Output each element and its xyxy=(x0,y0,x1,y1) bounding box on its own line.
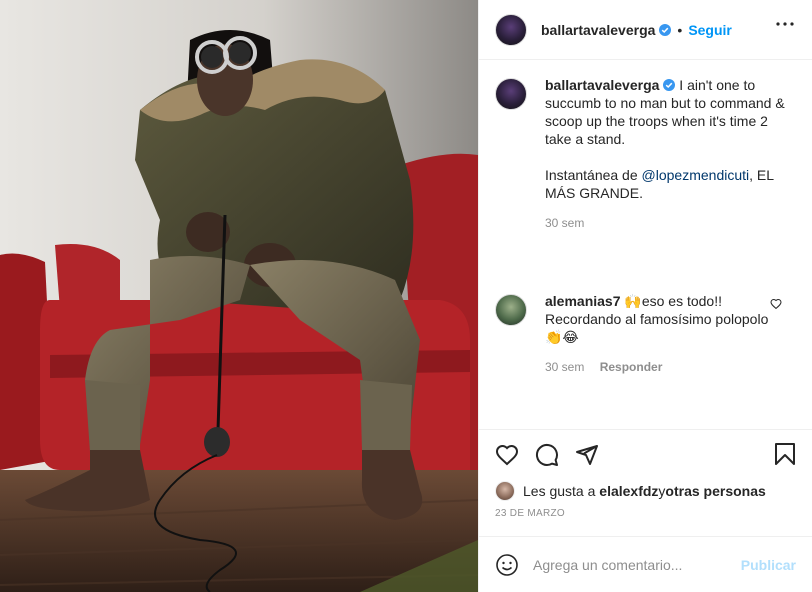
comment-age[interactable]: 30 sem xyxy=(545,360,584,374)
caption-age[interactable]: 30 sem xyxy=(545,216,584,230)
others-link[interactable]: otras personas xyxy=(665,483,765,499)
save-button[interactable] xyxy=(774,442,796,469)
share-button[interactable] xyxy=(575,443,599,467)
heart-icon[interactable] xyxy=(495,443,519,467)
post-side-panel: ballartavaleverga • Seguir ballartavalev… xyxy=(478,0,812,592)
comment-author[interactable]: alemanias7 xyxy=(545,293,621,309)
caption: ballartavaleverga I ain't one to succumb… xyxy=(495,76,796,232)
liker-avatar[interactable] xyxy=(495,481,515,501)
author-avatar[interactable] xyxy=(495,78,527,110)
comment-icon[interactable] xyxy=(535,443,559,467)
paper-plane-icon[interactable] xyxy=(575,443,599,467)
post-photo[interactable] xyxy=(0,0,478,592)
liker-username[interactable]: elalexfdz xyxy=(599,483,658,499)
comment-button[interactable] xyxy=(535,443,559,467)
post-header: ballartavaleverga • Seguir xyxy=(479,0,812,60)
author-avatar[interactable] xyxy=(495,13,527,46)
publish-button[interactable]: Publicar xyxy=(741,557,796,573)
author-username[interactable]: ballartavaleverga xyxy=(541,22,655,38)
post-date[interactable]: 23 DE MARZO xyxy=(479,502,812,526)
comment-body: alemanias7 🙌eso es todo!! Recordando al … xyxy=(545,292,785,376)
mention-link[interactable]: @lopezmendicuti xyxy=(642,167,750,183)
bookmark-icon[interactable] xyxy=(774,442,796,466)
follow-button[interactable]: Seguir xyxy=(688,22,732,38)
separator-dot: • xyxy=(677,21,683,38)
smiley-icon[interactable] xyxy=(495,553,519,577)
post-image xyxy=(0,0,478,592)
verified-badge-icon xyxy=(663,79,676,91)
verified-badge-icon xyxy=(659,23,672,36)
heart-icon[interactable] xyxy=(770,298,782,310)
instagram-post: ballartavaleverga • Seguir ballartavalev… xyxy=(0,0,812,592)
comments-section: ballartavaleverga I ain't one to succumb… xyxy=(479,60,812,430)
more-horizontal-icon[interactable] xyxy=(776,22,794,26)
add-comment-bar: Publicar xyxy=(479,536,812,592)
like-button[interactable] xyxy=(495,443,519,467)
commenter-avatar[interactable] xyxy=(495,294,527,326)
post-actions xyxy=(479,430,812,480)
comment-meta: 30 sem Responder xyxy=(545,358,785,376)
caption-meta: 30 sem xyxy=(545,214,795,232)
comment-item: alemanias7 🙌eso es todo!! Recordando al … xyxy=(495,292,796,376)
likes-prefix: Les gusta a xyxy=(523,483,596,499)
likes-middle: y xyxy=(658,483,666,499)
comment-input[interactable] xyxy=(533,556,741,573)
caption-body: ballartavaleverga I ain't one to succumb… xyxy=(545,76,795,232)
caption-author[interactable]: ballartavaleverga xyxy=(545,77,659,93)
likes-summary: Les gusta a elalexfdz y otras personas xyxy=(479,480,812,502)
caption-text-credit: Instantánea de xyxy=(545,167,642,183)
reply-button[interactable]: Responder xyxy=(600,360,663,374)
